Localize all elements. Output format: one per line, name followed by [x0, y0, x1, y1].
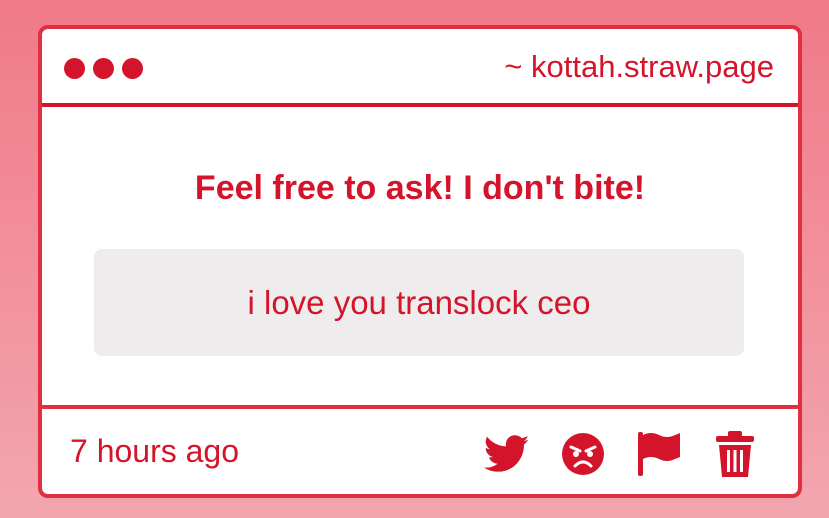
window-dot	[122, 58, 143, 79]
flag-icon	[638, 432, 680, 476]
share-twitter-button[interactable]	[484, 431, 530, 477]
question-card: ~ kottah.straw.page Feel free to ask! I …	[38, 25, 802, 498]
question-text: i love you translock ceo	[247, 283, 591, 321]
angry-face-icon	[562, 433, 604, 475]
page-heading: Feel free to ask! I don't bite!	[194, 169, 646, 207]
window-dot	[64, 58, 85, 79]
twitter-icon	[484, 435, 530, 472]
page-url[interactable]: ~ kottah.straw.page	[504, 49, 774, 85]
window-dot	[93, 58, 114, 79]
react-angry-button[interactable]	[560, 431, 606, 477]
question-box: i love you translock ceo	[94, 249, 744, 356]
card-footer: 7 hours ago	[42, 405, 798, 494]
window-titlebar: ~ kottah.straw.page	[42, 29, 798, 107]
timestamp: 7 hours ago	[70, 433, 240, 469]
report-button[interactable]	[636, 431, 682, 477]
question-content: Feel free to ask! I don't bite! i love y…	[42, 107, 798, 407]
trash-icon	[716, 431, 754, 477]
window-dots	[64, 58, 143, 79]
action-bar	[484, 431, 758, 477]
delete-button[interactable]	[712, 431, 758, 477]
